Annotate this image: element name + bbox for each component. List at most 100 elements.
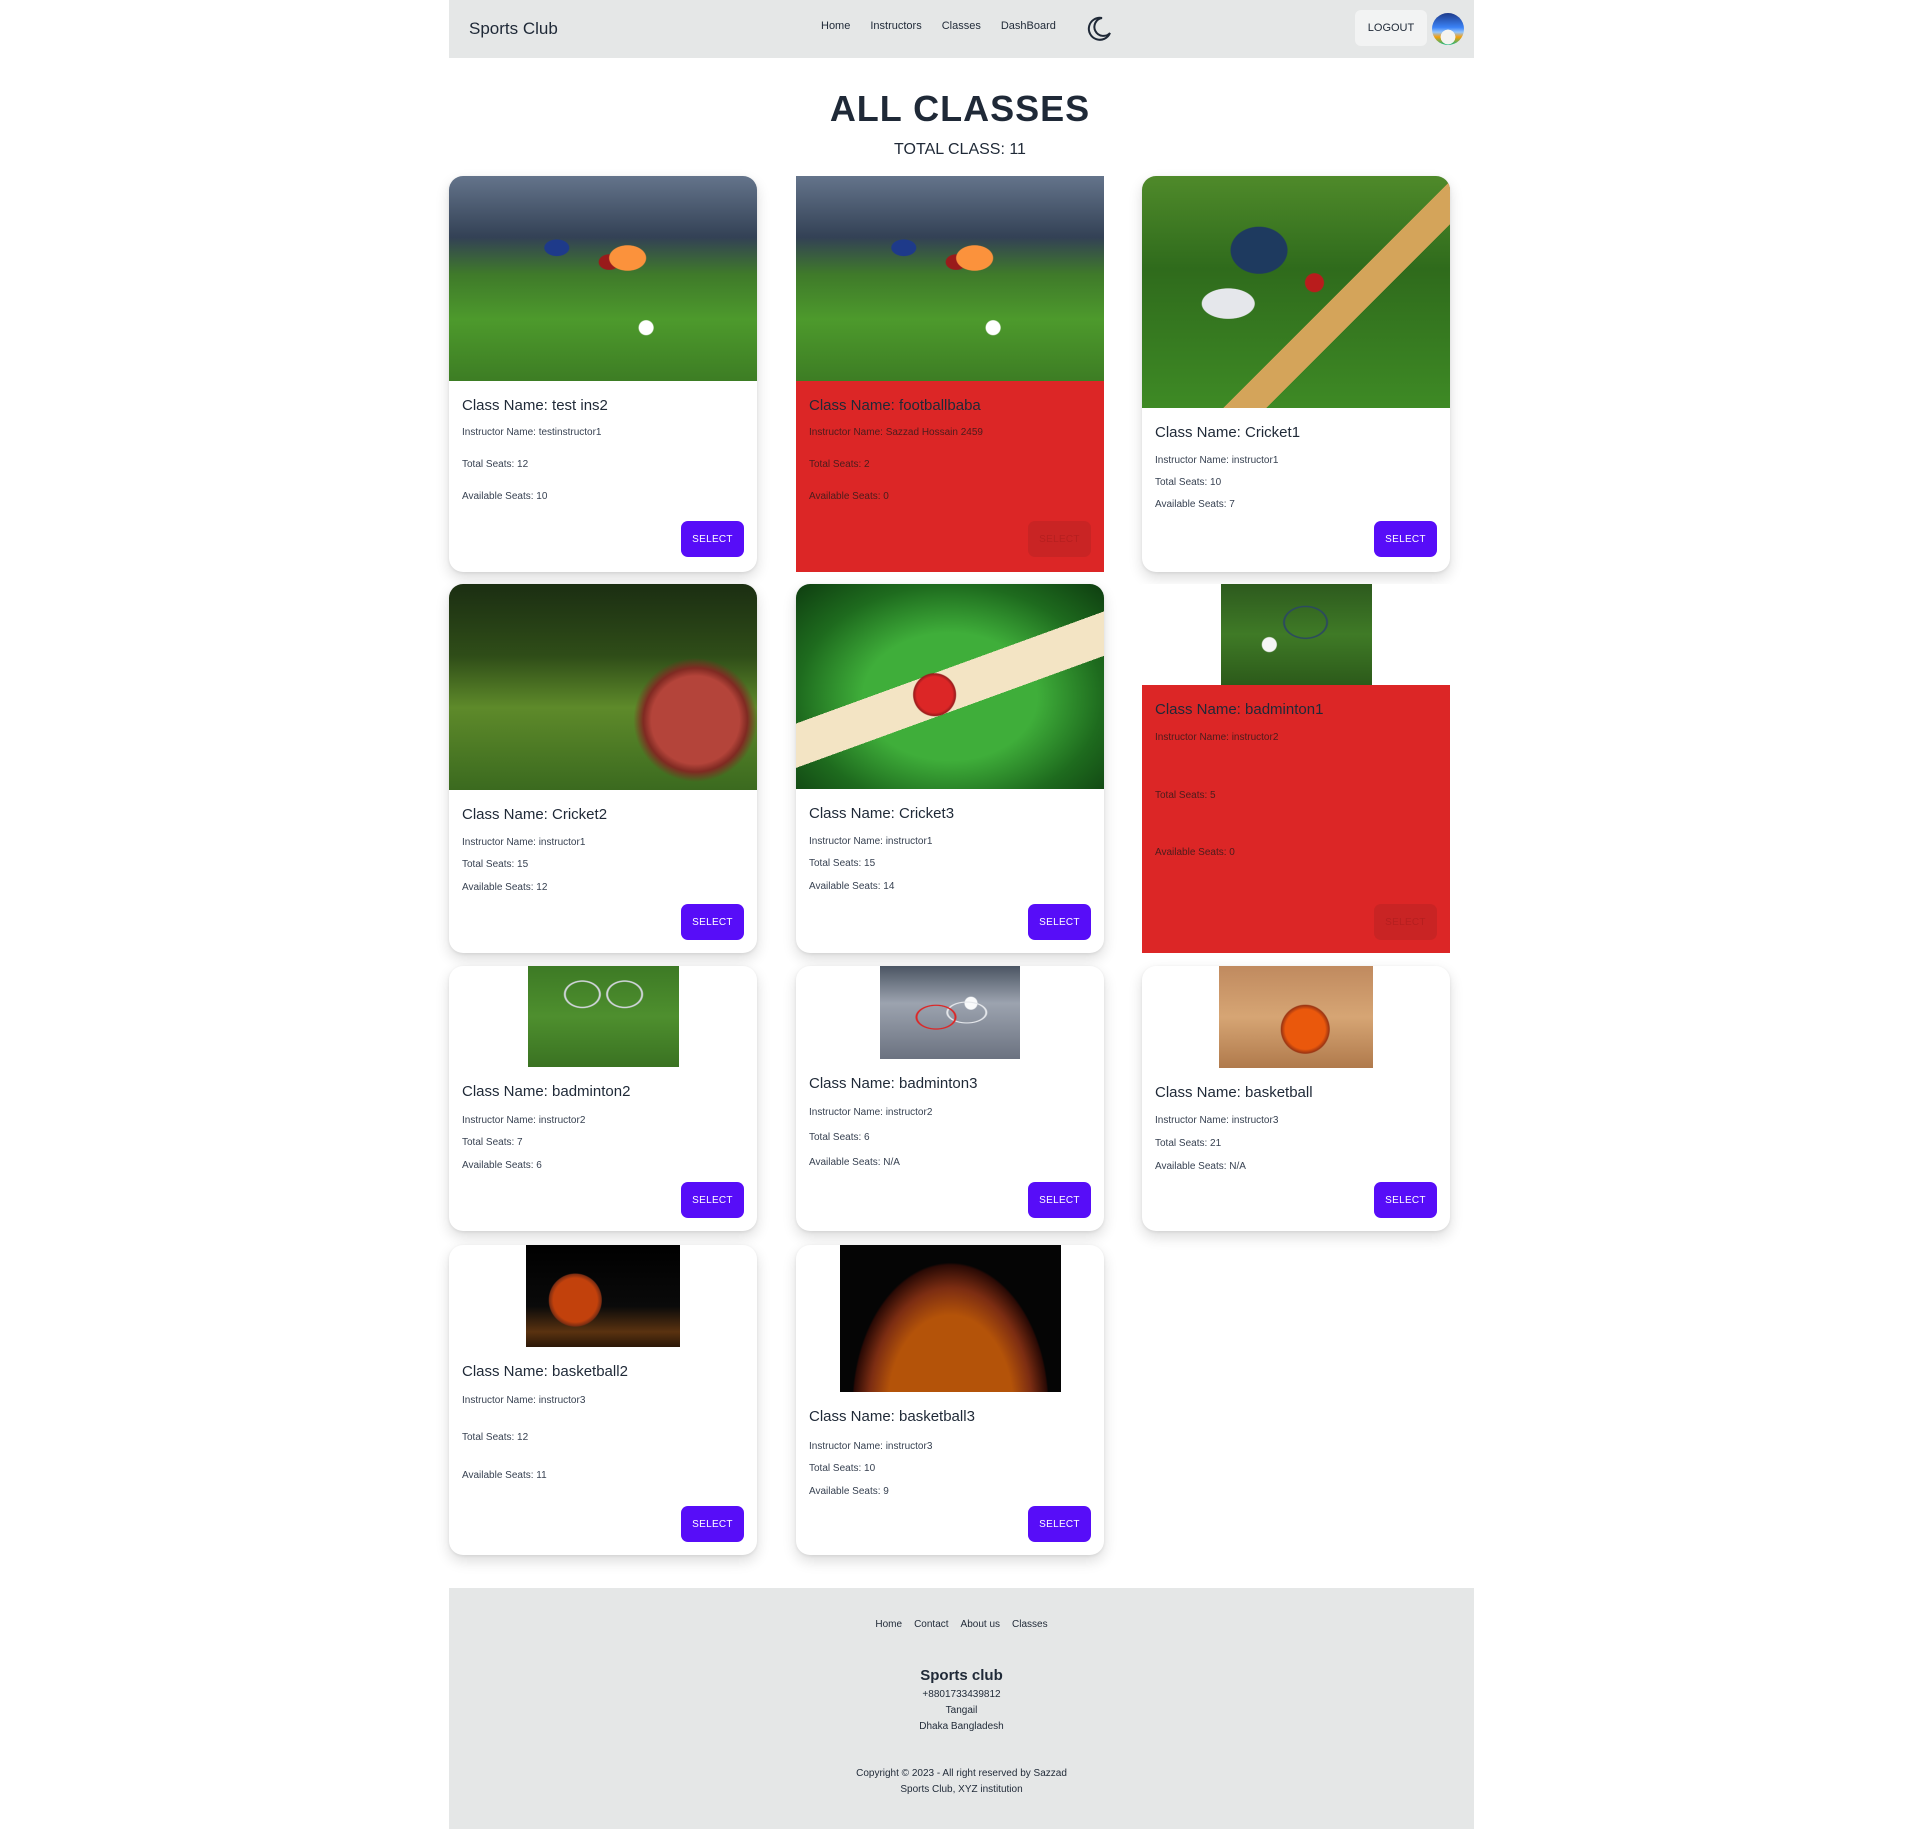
class-card: Class Name: basketball3 Instructor Name:… [796, 1245, 1104, 1555]
total-seats: Total Seats: 10 [809, 1463, 876, 1474]
class-name: Class Name: badminton2 [462, 1083, 631, 1100]
class-card: Class Name: badminton2 Instructor Name: … [449, 966, 757, 1231]
available-seats: Available Seats: 9 [809, 1486, 889, 1497]
total-seats: Total Seats: 6 [809, 1132, 870, 1143]
class-card: Class Name: badminton3 Instructor Name: … [796, 966, 1104, 1231]
class-name: Class Name: Cricket3 [809, 805, 955, 822]
select-button[interactable]: SELECT [681, 521, 744, 557]
navbar: Sports Club Home Instructors Classes Das… [449, 0, 1474, 58]
page-title: ALL CLASSES [829, 88, 1091, 129]
class-card: Class Name: basketball2 Instructor Name:… [449, 1245, 757, 1555]
class-image [526, 1245, 680, 1347]
select-button: SELECT [1028, 521, 1091, 557]
class-card: Class Name: basketball Instructor Name: … [1142, 966, 1450, 1231]
class-name: Class Name: basketball2 [462, 1363, 628, 1380]
class-image [449, 176, 757, 381]
class-name: Class Name: Cricket2 [462, 806, 608, 823]
select-button[interactable]: SELECT [681, 1182, 744, 1218]
instructor-name: Instructor Name: instructor1 [1155, 455, 1279, 466]
total-seats: Total Seats: 12 [462, 459, 529, 470]
select-button[interactable]: SELECT [681, 904, 744, 940]
class-image [1220, 584, 1372, 685]
nav-classes[interactable]: Classes [942, 20, 981, 32]
class-name: Class Name: badminton3 [809, 1075, 978, 1092]
class-image [796, 584, 1104, 789]
select-button[interactable]: SELECT [1028, 1182, 1091, 1218]
instructor-name: Instructor Name: instructor1 [462, 837, 586, 848]
instructor-name: Instructor Name: instructor2 [462, 1115, 586, 1126]
total-class-count: TOTAL CLASS: 11 [894, 141, 1026, 158]
footer-title: Sports club [920, 1667, 1003, 1684]
footer-region: Dhaka Bangladesh [919, 1721, 1004, 1732]
class-image [1219, 966, 1373, 1068]
instructor-name: Instructor Name: testinstructor1 [462, 427, 602, 438]
select-button[interactable]: SELECT [1028, 904, 1091, 940]
class-card: Class Name: footballbaba Instructor Name… [796, 176, 1104, 572]
logout-button[interactable]: LOGOUT [1355, 10, 1427, 46]
class-name: Class Name: footballbaba [809, 397, 981, 414]
class-card: Class Name: Cricket2 Instructor Name: in… [449, 584, 757, 953]
select-button[interactable]: SELECT [1374, 521, 1437, 557]
nav-home[interactable]: Home [821, 20, 850, 32]
footer-link-classes[interactable]: Classes [1012, 1619, 1048, 1630]
total-seats: Total Seats: 12 [462, 1432, 529, 1443]
available-seats: Available Seats: 0 [1155, 847, 1235, 858]
footer-phone: +8801733439812 [922, 1689, 1001, 1700]
nav-links: Home Instructors Classes DashBoard [821, 20, 1076, 32]
class-card: Class Name: Cricket1 Instructor Name: in… [1142, 176, 1450, 572]
class-image [880, 966, 1020, 1059]
total-seats: Total Seats: 10 [1155, 477, 1222, 488]
available-seats: Available Seats: 7 [1155, 499, 1235, 510]
class-name: Class Name: Cricket1 [1155, 424, 1301, 441]
select-button[interactable]: SELECT [1028, 1506, 1091, 1542]
instructor-name: Instructor Name: instructor1 [809, 836, 933, 847]
footer-city: Tangail [945, 1705, 978, 1716]
class-name: Class Name: basketball [1155, 1084, 1313, 1101]
class-image [527, 966, 679, 1067]
class-image [839, 1245, 1061, 1392]
class-card: Class Name: badminton1 Instructor Name: … [1142, 584, 1450, 953]
class-card: Class Name: Cricket3 Instructor Name: in… [796, 584, 1104, 953]
footer: Home Contact About us Classes Sports clu… [449, 1588, 1474, 1829]
class-image [449, 584, 757, 790]
total-seats: Total Seats: 5 [1155, 790, 1216, 801]
instructor-name: Instructor Name: instructor3 [1155, 1115, 1279, 1126]
select-button[interactable]: SELECT [1374, 1182, 1437, 1218]
available-seats: Available Seats: N/A [1155, 1161, 1246, 1172]
available-seats: Available Seats: 11 [462, 1470, 547, 1481]
footer-copyright: Copyright © 2023 - All right reserved by… [856, 1768, 1067, 1779]
instructor-name: Instructor Name: Sazzad Hossain 2459 [809, 427, 983, 438]
footer-link-home[interactable]: Home [875, 1619, 902, 1630]
footer-link-about[interactable]: About us [961, 1619, 1000, 1630]
avatar[interactable] [1432, 13, 1464, 45]
moon-icon[interactable] [1083, 14, 1113, 44]
class-name: Class Name: badminton1 [1155, 701, 1324, 718]
footer-link-contact[interactable]: Contact [914, 1619, 948, 1630]
footer-links: Home Contact About us Classes [449, 1619, 1474, 1630]
instructor-name: Instructor Name: instructor3 [462, 1395, 586, 1406]
instructor-name: Instructor Name: instructor2 [809, 1107, 933, 1118]
class-image [796, 176, 1104, 381]
instructor-name: Instructor Name: instructor2 [1155, 732, 1279, 743]
total-seats: Total Seats: 2 [809, 459, 870, 470]
available-seats: Available Seats: N/A [809, 1157, 900, 1168]
select-button: SELECT [1374, 904, 1437, 940]
class-name: Class Name: test ins2 [462, 397, 608, 414]
nav-instructors[interactable]: Instructors [870, 20, 921, 32]
available-seats: Available Seats: 6 [462, 1160, 542, 1171]
brand-logo[interactable]: Sports Club [469, 19, 558, 39]
available-seats: Available Seats: 12 [462, 882, 548, 893]
footer-org: Sports Club, XYZ institution [900, 1784, 1023, 1795]
available-seats: Available Seats: 10 [462, 491, 548, 502]
class-name: Class Name: basketball3 [809, 1408, 975, 1425]
available-seats: Available Seats: 0 [809, 491, 889, 502]
total-seats: Total Seats: 15 [462, 859, 529, 870]
total-seats: Total Seats: 7 [462, 1137, 523, 1148]
class-card: Class Name: test ins2 Instructor Name: t… [449, 176, 757, 572]
select-button[interactable]: SELECT [681, 1506, 744, 1542]
instructor-name: Instructor Name: instructor3 [809, 1441, 933, 1452]
total-seats: Total Seats: 21 [1155, 1138, 1222, 1149]
available-seats: Available Seats: 14 [809, 881, 895, 892]
class-image [1142, 176, 1450, 408]
nav-dashboard[interactable]: DashBoard [1001, 20, 1056, 32]
